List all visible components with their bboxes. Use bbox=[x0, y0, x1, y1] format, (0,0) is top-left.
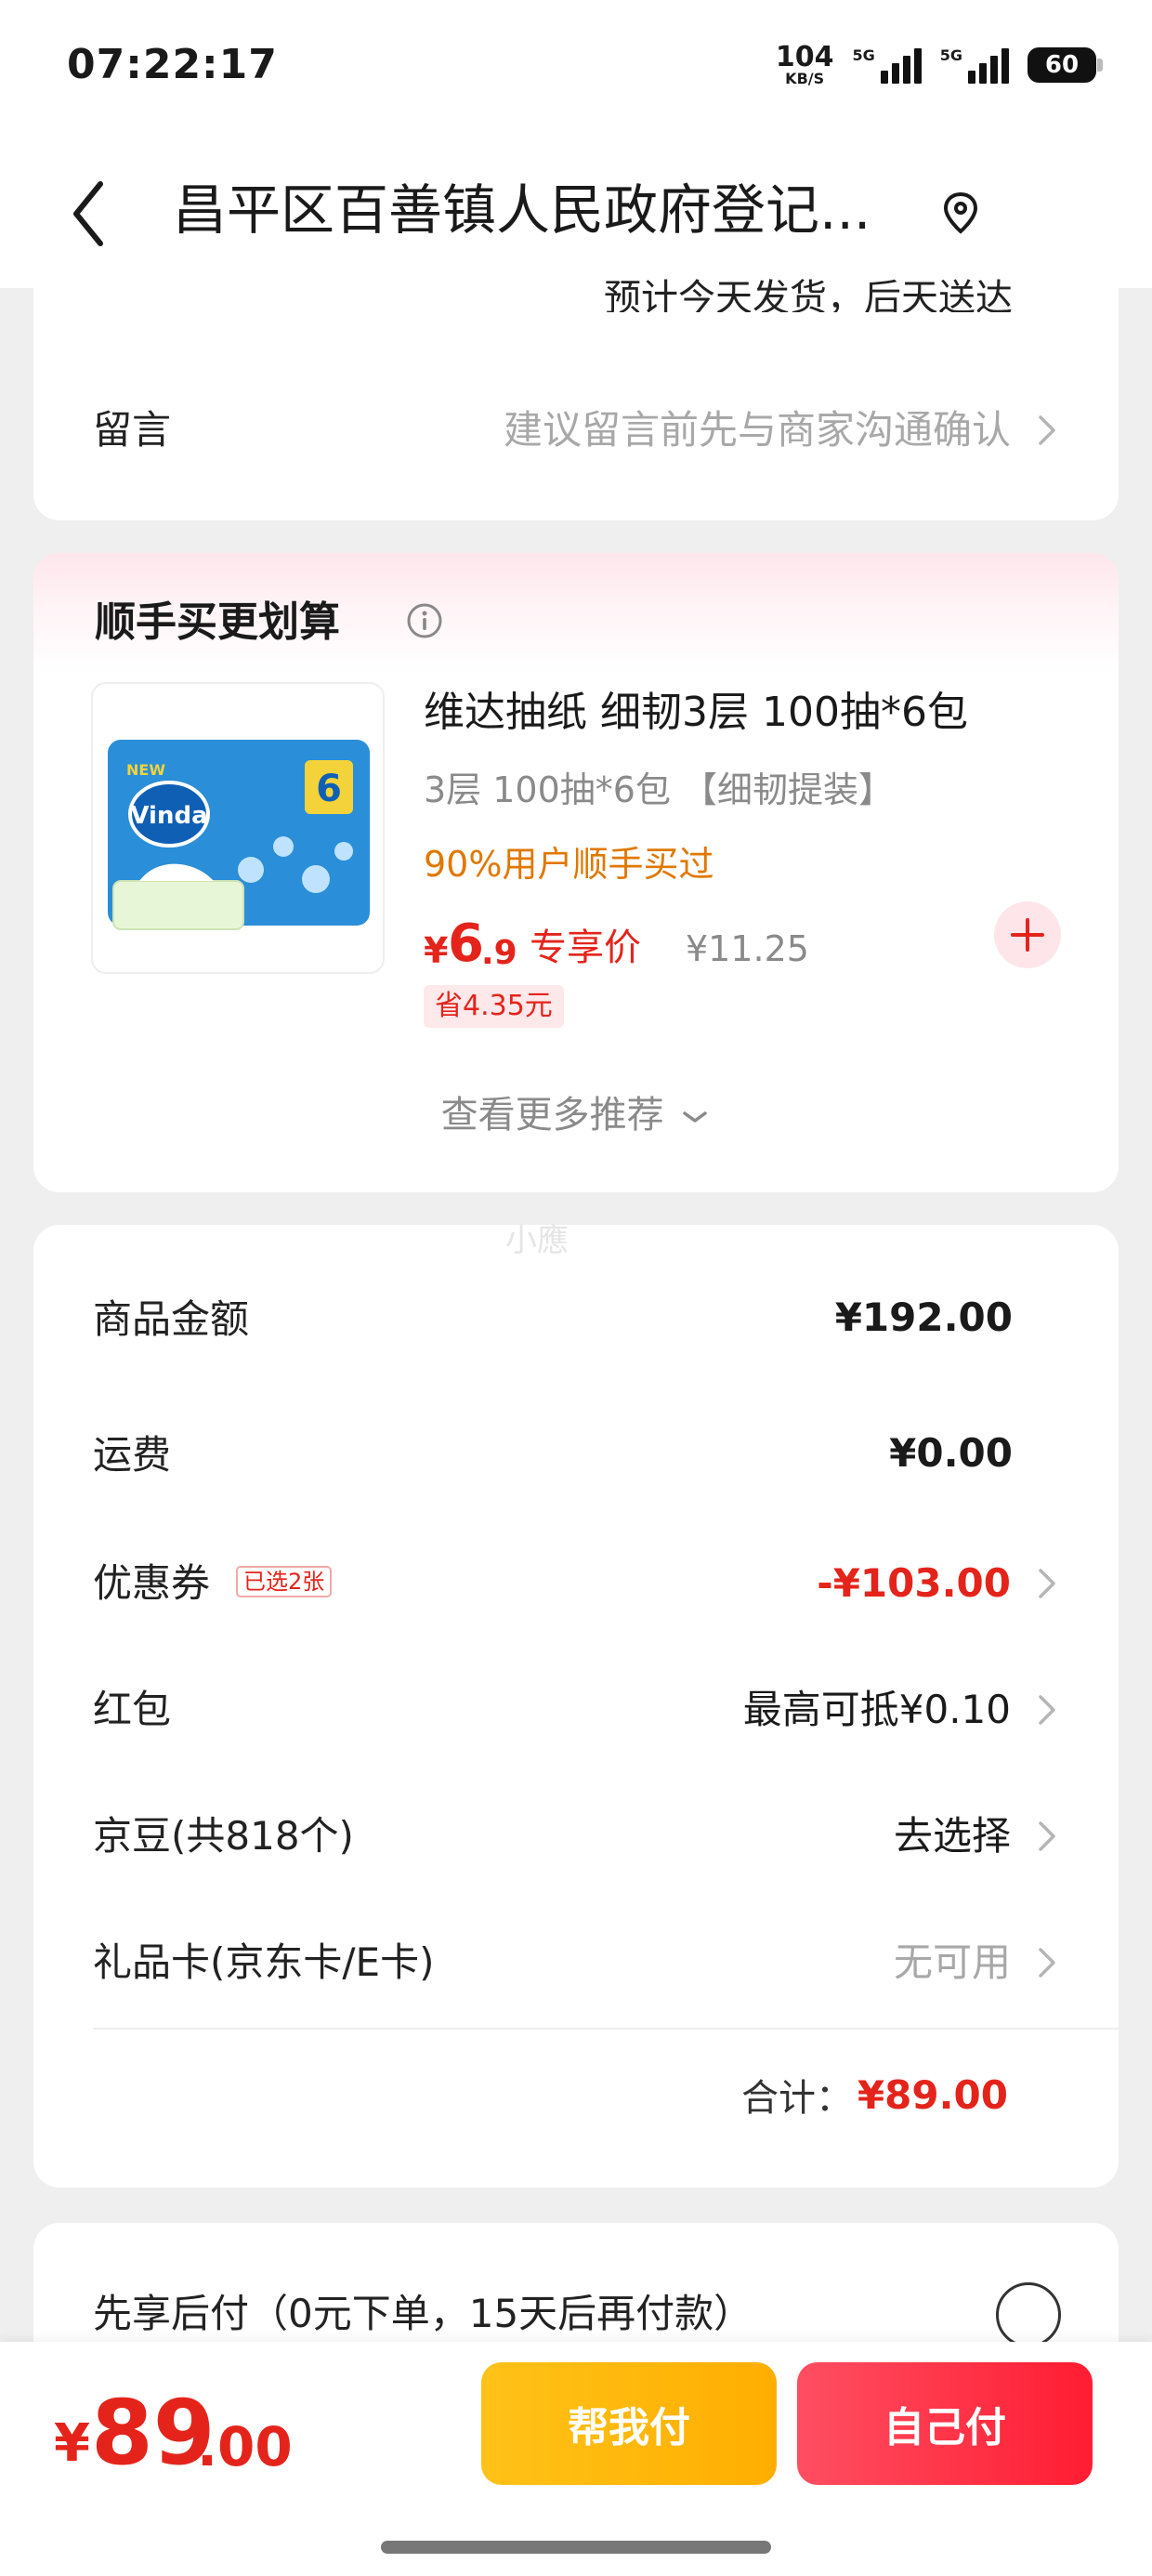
goods-amount-label: 商品金额 bbox=[93, 1296, 250, 1342]
price-symbol: ¥ bbox=[424, 930, 449, 971]
svg-text:Vinda: Vinda bbox=[130, 802, 207, 830]
red-packet-value[interactable]: 最高可抵¥0.10 bbox=[743, 1682, 1011, 1738]
product-image[interactable]: Vinda 6 NEW bbox=[91, 682, 385, 974]
signal-2-icon: 5G bbox=[940, 46, 1009, 84]
svg-text:6: 6 bbox=[316, 768, 342, 810]
coupon-value[interactable]: -¥103.00 bbox=[817, 1556, 1011, 1611]
pay-later-radio[interactable] bbox=[996, 2282, 1061, 2347]
net-speed: 104 KB/S bbox=[776, 44, 834, 86]
goods-amount-value: ¥192.00 bbox=[834, 1295, 1013, 1340]
message-input[interactable]: 建议留言前先与商家沟通确认 bbox=[504, 402, 1011, 458]
chevron-right-icon bbox=[1039, 1569, 1055, 1598]
coupon-label: 优惠券 bbox=[93, 1560, 211, 1606]
status-indicators: 104 KB/S 5G 5G 60 bbox=[776, 41, 1103, 89]
home-indicator[interactable] bbox=[381, 2541, 771, 2554]
shipping-fee-label: 运费 bbox=[93, 1432, 172, 1478]
checkout-total-symbol: ¥ bbox=[54, 2413, 90, 2474]
net-speed-unit: KB/S bbox=[785, 70, 825, 87]
coupon-selected-badge: 已选2张 bbox=[236, 1566, 333, 1597]
jd-beans-label: 京豆(共818个) bbox=[93, 1813, 354, 1859]
chevron-right-icon bbox=[1039, 1821, 1055, 1851]
pay-later-label: 先享后付（0元下单，15天后再付款） bbox=[93, 2291, 753, 2336]
help-me-pay-button[interactable]: 帮我付 bbox=[481, 2362, 777, 2485]
signal-2-label: 5G bbox=[939, 46, 962, 64]
net-speed-value: 104 bbox=[775, 41, 834, 73]
info-icon[interactable] bbox=[404, 600, 445, 641]
savings-badge: 省4.35元 bbox=[424, 985, 564, 1028]
total-label: 合计： bbox=[741, 2077, 853, 2120]
chevron-right-icon bbox=[1039, 415, 1055, 445]
pay-myself-button[interactable]: 自己付 bbox=[797, 2362, 1093, 2485]
red-packet-label: 红包 bbox=[93, 1687, 172, 1732]
product-name[interactable]: 维达抽纸 细韧3层 100抽*6包 bbox=[424, 682, 968, 743]
upsell-title: 顺手买更划算 bbox=[95, 598, 340, 646]
shipping-fee-value: ¥0.00 bbox=[889, 1430, 1013, 1476]
plus-icon bbox=[1011, 918, 1044, 952]
jd-beans-select[interactable]: 去选择 bbox=[894, 1808, 1011, 1864]
svg-text:NEW: NEW bbox=[126, 761, 165, 779]
signal-1-icon: 5G bbox=[852, 46, 922, 84]
gift-card-label: 礼品卡(京东卡/E卡) bbox=[93, 1939, 435, 1985]
social-proof-text: 90%用户顺手买过 bbox=[424, 844, 714, 885]
shipping-estimate: 预计今天发货，后天送达 bbox=[604, 277, 1013, 312]
battery-icon: 60 bbox=[1028, 47, 1103, 83]
signal-1-label: 5G bbox=[852, 46, 875, 64]
original-price: ¥11.25 bbox=[686, 928, 809, 969]
checkout-total-decimal: .00 bbox=[197, 2415, 293, 2478]
message-label: 留言 bbox=[93, 407, 172, 453]
chevron-right-icon bbox=[1039, 1695, 1055, 1725]
back-arrow-icon[interactable] bbox=[67, 177, 113, 251]
price-integer: 6 bbox=[448, 913, 484, 974]
summary-divider bbox=[93, 2028, 1119, 2030]
chevron-down-icon bbox=[683, 1111, 708, 1123]
tissue-pack-illustration: Vinda 6 NEW bbox=[108, 709, 370, 930]
watermark: 小應 bbox=[505, 1222, 569, 1259]
more-recommendations-label: 查看更多推荐 bbox=[440, 1094, 664, 1137]
location-pin-icon[interactable] bbox=[940, 191, 981, 235]
exclusive-price-tag: 专享价 bbox=[530, 927, 641, 969]
product-spec: 3层 100抽*6包 【细韧提装】 bbox=[424, 769, 895, 810]
page-title: 昌平区百善镇人民政府登记... bbox=[173, 178, 871, 242]
status-time: 07:22:17 bbox=[67, 41, 278, 88]
price-decimal: .9 bbox=[481, 934, 517, 972]
add-to-order-button[interactable] bbox=[994, 901, 1061, 968]
more-recommendations-link[interactable]: 查看更多推荐 bbox=[0, 1087, 1152, 1143]
gift-card-value[interactable]: 无可用 bbox=[894, 1935, 1011, 1991]
total-value: ¥89.00 bbox=[857, 2072, 1008, 2118]
chevron-right-icon bbox=[1039, 1948, 1055, 1978]
